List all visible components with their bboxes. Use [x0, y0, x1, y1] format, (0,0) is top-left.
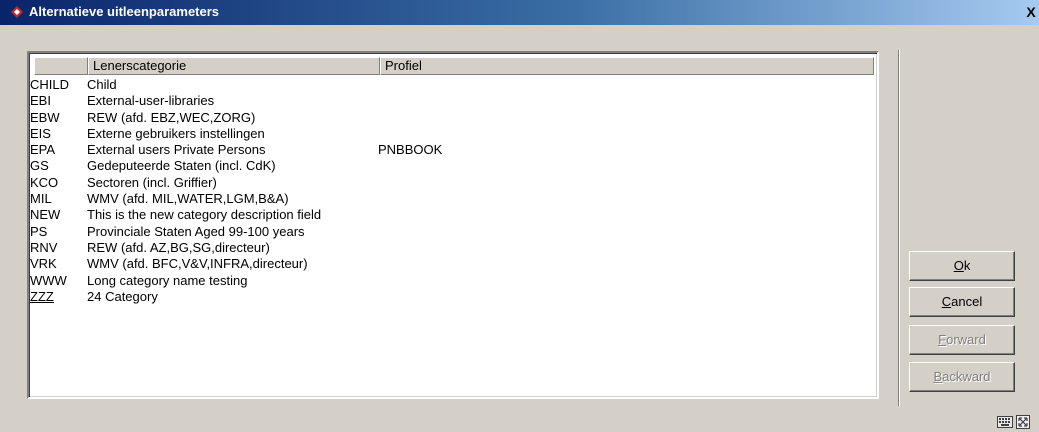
table-row[interactable]: MIL WMV (afd. MIL,WATER,LGM,B&A): [29, 191, 877, 207]
row-description: Externe gebruikers instellingen: [87, 125, 265, 141]
row-description: Provinciale Staten Aged 99-100 years: [87, 223, 305, 239]
resize-grip-icon[interactable]: [1016, 415, 1030, 429]
close-icon[interactable]: X: [1024, 4, 1038, 20]
app-diamond-icon: [11, 6, 23, 18]
table-row[interactable]: RNV REW (afd. AZ,BG,SG,directeur): [29, 240, 877, 256]
row-code: PS: [30, 223, 48, 239]
row-description: External-user-libraries: [87, 93, 215, 109]
table-row[interactable]: VRK WMV (afd. BFC,V&V,INFRA,directeur): [29, 256, 877, 272]
row-description: REW (afd. AZ,BG,SG,directeur): [87, 239, 270, 255]
table-row[interactable]: PS Provinciale Staten Aged 99-100 years: [29, 224, 877, 240]
row-code: RNV: [30, 239, 58, 255]
status-icons: [997, 415, 1031, 429]
row-code: GS: [30, 158, 49, 174]
table-row[interactable]: EBW REW (afd. EBZ,WEC,ZORG): [29, 110, 877, 126]
list-rows: CHILD Child EBI External-user-libraries EBW R…: [29, 77, 877, 305]
row-profile: PNBBOOK: [378, 142, 443, 158]
table-row[interactable]: GS Gedeputeerde Staten (incl. CdK): [29, 158, 877, 174]
row-description: 24 Category: [87, 288, 158, 304]
table-row[interactable]: ZZZ 24 Category: [29, 289, 877, 305]
table-row[interactable]: NEW This is the new category description …: [29, 207, 877, 223]
row-description: Long category name testing: [87, 272, 248, 288]
row-description: Child: [87, 77, 117, 92]
row-description: Sectoren (incl. Griffier): [87, 174, 217, 190]
vertical-divider: [898, 50, 900, 406]
column-header-code[interactable]: [34, 57, 88, 75]
table-row[interactable]: EIS Externe gebruikers instellingen: [29, 126, 877, 142]
row-code: CHILD: [30, 77, 70, 92]
row-code: NEW: [30, 207, 61, 223]
table-row[interactable]: WWW Long category name testing: [29, 273, 877, 289]
backward-button: Backward: [909, 362, 1015, 392]
row-description: REW (afd. EBZ,WEC,ZORG): [87, 109, 256, 125]
table-row[interactable]: EBI External-user-libraries: [29, 93, 877, 109]
row-code: KCO: [30, 174, 59, 190]
ok-button[interactable]: Ok: [909, 251, 1015, 281]
row-code: ZZZ: [30, 288, 54, 304]
title-bar: Alternatieve uitleenparameters X: [0, 0, 1039, 25]
row-code: VRK: [30, 256, 57, 272]
row-code: EIS: [30, 125, 51, 141]
column-header-lenerscategorie[interactable]: Lenerscategorie: [88, 57, 380, 75]
window-title: Alternatieve uitleenparameters: [29, 4, 220, 19]
cancel-button[interactable]: Cancel: [909, 287, 1015, 317]
list-header: Lenerscategorie Profiel: [34, 57, 874, 75]
forward-button: Forward: [909, 325, 1015, 355]
row-description: WMV (afd. MIL,WATER,LGM,B&A): [87, 191, 289, 207]
row-description: Gedeputeerde Staten (incl. CdK): [87, 158, 276, 174]
keyboard-icon[interactable]: [997, 416, 1013, 428]
category-list[interactable]: Lenerscategorie Profiel CHILD Child EBI Ext…: [27, 51, 879, 399]
table-row[interactable]: KCO Sectoren (incl. Griffier): [29, 175, 877, 191]
row-code: EBW: [30, 109, 60, 125]
row-code: MIL: [30, 191, 52, 207]
row-code: EBI: [30, 93, 51, 109]
table-row[interactable]: CHILD Child: [29, 77, 877, 93]
column-header-profiel[interactable]: Profiel: [380, 57, 874, 75]
row-description: This is the new category description fie…: [87, 207, 322, 223]
table-row[interactable]: EPA External users Private Persons PNBBOOK: [29, 142, 877, 158]
row-code: EPA: [30, 142, 56, 158]
row-description: External users Private Persons: [87, 142, 266, 158]
row-description: WMV (afd. BFC,V&V,INFRA,directeur): [87, 256, 308, 272]
row-code: WWW: [30, 272, 67, 288]
